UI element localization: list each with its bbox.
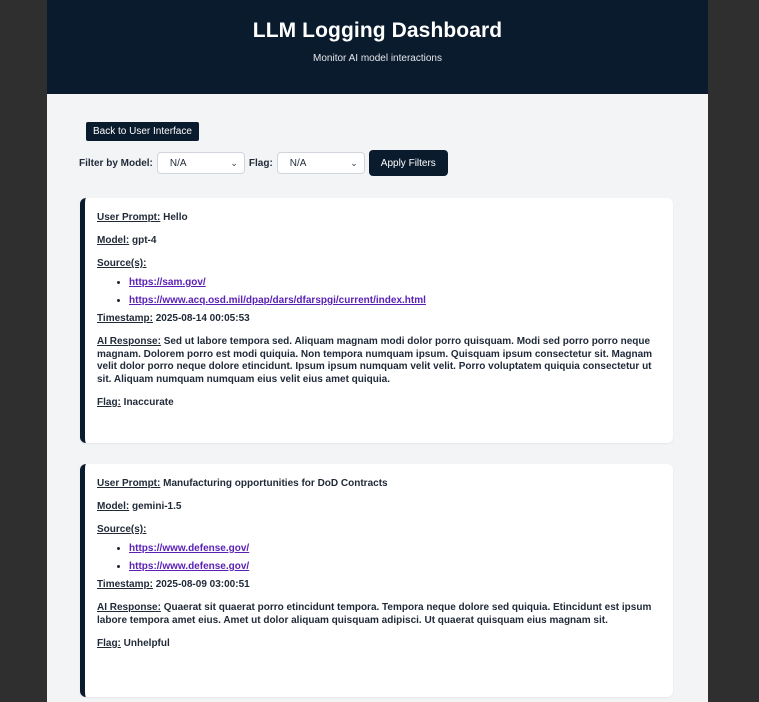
- sources-list: https://www.defense.gov/ https://www.def…: [97, 543, 661, 573]
- timestamp-label: Timestamp:: [97, 579, 153, 590]
- ai-response-label: AI Response:: [97, 602, 161, 613]
- model-select-value: N/A: [169, 157, 187, 169]
- source-link[interactable]: https://www.acq.osd.mil/dpap/dars/dfarsp…: [129, 295, 426, 306]
- log-card: User Prompt: Manufacturing opportunities…: [80, 464, 673, 697]
- user-prompt-label: User Prompt:: [97, 478, 161, 489]
- model-value: gpt-4: [132, 235, 157, 246]
- user-prompt-value: Manufacturing opportunities for DoD Cont…: [163, 478, 388, 489]
- sources-label: Source(s):: [97, 258, 147, 269]
- filter-bar: Filter by Model: N/A ⌄ Flag: N/A ⌄ Apply…: [79, 150, 448, 176]
- user-prompt-value: Hello: [163, 212, 188, 223]
- flag-label: Flag:: [97, 397, 121, 408]
- timestamp-value: 2025-08-09 03:00:51: [155, 579, 250, 590]
- sources-label: Source(s):: [97, 524, 147, 535]
- flag-filter-label: Flag:: [248, 157, 273, 169]
- header-banner: LLM Logging Dashboard Monitor AI model i…: [47, 0, 708, 94]
- source-link[interactable]: https://sam.gov/: [129, 277, 206, 288]
- source-link[interactable]: https://www.defense.gov/: [129, 561, 249, 572]
- user-prompt-row: User Prompt: Hello: [97, 212, 661, 224]
- source-item: https://www.defense.gov/: [129, 561, 661, 573]
- dashboard-page: LLM Logging Dashboard Monitor AI model i…: [47, 0, 708, 702]
- back-to-user-interface-button[interactable]: Back to User Interface: [86, 122, 199, 141]
- chevron-down-icon: ⌄: [230, 157, 238, 168]
- model-value: gemini-1.5: [132, 501, 182, 512]
- source-item: https://sam.gov/: [129, 277, 661, 289]
- model-select[interactable]: N/A ⌄: [156, 152, 245, 174]
- chevron-down-icon: ⌄: [350, 157, 358, 168]
- ai-response-label: AI Response:: [97, 336, 161, 347]
- user-prompt-row: User Prompt: Manufacturing opportunities…: [97, 478, 661, 490]
- sources-row: Source(s):: [97, 258, 661, 270]
- source-link[interactable]: https://www.defense.gov/: [129, 543, 249, 554]
- ai-response-value: Quaerat sit quaerat porro etincidunt tem…: [97, 602, 652, 626]
- model-row: Model: gpt-4: [97, 235, 661, 247]
- flag-select-value: N/A: [289, 157, 307, 169]
- timestamp-value: 2025-08-14 00:05:53: [155, 313, 250, 324]
- flag-value: Unhelpful: [123, 638, 170, 649]
- flag-value: Inaccurate: [123, 397, 174, 408]
- flag-select[interactable]: N/A ⌄: [276, 152, 365, 174]
- model-label: Model:: [97, 235, 130, 246]
- filter-model-label: Filter by Model:: [79, 157, 153, 169]
- user-prompt-label: User Prompt:: [97, 212, 161, 223]
- page-subtitle: Monitor AI model interactions: [313, 53, 442, 64]
- model-label: Model:: [97, 501, 130, 512]
- sources-row: Source(s):: [97, 524, 661, 536]
- ai-response-value: Sed ut labore tempora sed. Aliquam magna…: [97, 336, 653, 385]
- sources-list: https://sam.gov/ https://www.acq.osd.mil…: [97, 277, 661, 307]
- flag-row: Flag: Unhelpful: [97, 638, 661, 650]
- timestamp-row: Timestamp: 2025-08-09 03:00:51: [97, 579, 661, 591]
- apply-filters-button[interactable]: Apply Filters: [368, 150, 448, 176]
- source-item: https://www.acq.osd.mil/dpap/dars/dfarsp…: [129, 295, 661, 307]
- timestamp-label: Timestamp:: [97, 313, 153, 324]
- flag-label: Flag:: [97, 638, 121, 649]
- page-title: LLM Logging Dashboard: [252, 19, 503, 42]
- ai-response-row: AI Response: Sed ut labore tempora sed. …: [97, 336, 661, 386]
- source-item: https://www.defense.gov/: [129, 543, 661, 555]
- ai-response-row: AI Response: Quaerat sit quaerat porro e…: [97, 602, 661, 627]
- timestamp-row: Timestamp: 2025-08-14 00:05:53: [97, 313, 661, 325]
- log-card: User Prompt: Hello Model: gpt-4 Source(s…: [80, 198, 673, 443]
- model-row: Model: gemini-1.5: [97, 501, 661, 513]
- flag-row: Flag: Inaccurate: [97, 397, 661, 409]
